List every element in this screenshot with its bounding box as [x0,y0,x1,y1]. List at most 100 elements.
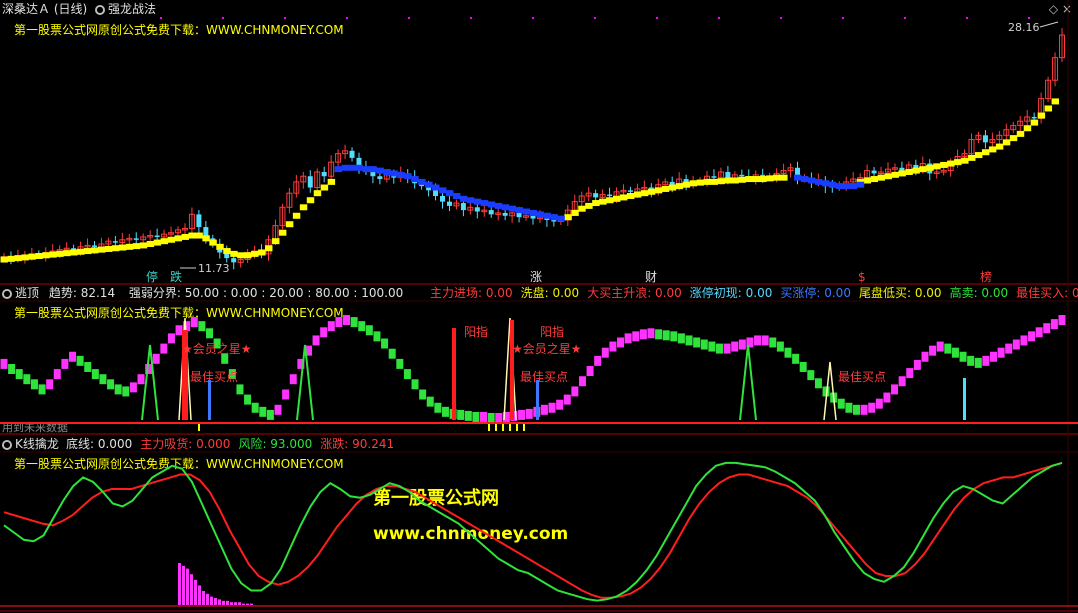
trend-block [152,353,160,364]
yellow-step [285,221,294,228]
blue-step [835,183,844,190]
trend-block [137,374,145,385]
yellow-step [710,178,718,185]
trend-block [23,374,31,385]
candle-body [488,210,494,215]
trend-block [929,345,937,356]
trend-block [578,376,586,387]
trend-block [107,379,115,390]
trend-block [343,315,351,326]
yellow-step [919,166,927,173]
blue-step [341,164,350,171]
trend-block [282,389,290,400]
histogram-bar [250,603,253,605]
candle-body [593,193,599,198]
trend-block [373,331,381,342]
yellow-step [174,235,182,242]
yellow-step [146,241,155,247]
trend-block [1005,343,1013,354]
blue-step [501,204,510,211]
trend-block [84,361,92,372]
yellow-step [292,212,301,219]
trend-block [1050,319,1058,330]
candle-body [502,212,508,216]
low-price-label: 11.73 [198,262,230,275]
histogram-bar [178,563,181,605]
candle-body [982,135,988,143]
blue-step [376,167,384,174]
blue-step [445,190,454,197]
trend-block [464,410,472,421]
candle-body [627,190,633,192]
trend-block [46,379,54,390]
high-arrow [1039,21,1059,28]
yellow-step [731,177,739,184]
blue-step [411,176,419,183]
trend-block [617,337,625,348]
candle-body [307,176,313,188]
trend-block [426,396,434,407]
trend-block [122,386,130,397]
annotation-best-buy: 最佳买点 [838,370,886,384]
trend-block [761,335,769,346]
yellow-step [299,204,308,211]
yellow-step [1016,130,1025,137]
signal-label-zhang: 涨 [530,269,542,284]
trend-block [388,348,396,359]
candle-body [377,176,383,180]
blue-step [536,211,544,218]
yellow-step [84,248,92,255]
yellow-step [0,256,8,263]
blue-step [508,205,517,212]
blue-step [828,181,837,188]
yellow-step [111,245,120,252]
trend-block [38,384,46,395]
yellow-step [592,200,600,207]
yellow-step [216,243,224,250]
candle-body [474,207,480,212]
trend-block [91,369,99,380]
trend-block [662,330,670,341]
blue-step [432,184,440,191]
yellow-step [49,251,57,258]
yellow-step [599,198,607,205]
blue-step [418,178,426,185]
trend-block [799,361,807,372]
yellow-step [313,190,322,197]
blue-step [466,197,475,204]
overlay-lines [0,98,1060,263]
high-price-label: 28.16 [1008,21,1040,34]
top-dot [656,17,658,19]
trend-block [655,329,663,340]
trend-block [548,402,556,413]
blue-step [794,174,802,181]
yellow-step [63,250,71,257]
yellow-step [77,248,85,255]
yellow-step [995,143,1004,150]
blue-step [425,181,433,188]
signal-label-bang: 榜 [980,269,992,284]
trend-block [320,327,328,338]
blue-step [383,169,391,175]
candle-body [871,170,877,174]
trend-block [624,333,632,344]
trend-block [814,378,822,389]
trend-block [251,402,259,413]
yellow-tick [502,424,504,431]
trend-block [244,394,252,405]
blue-step [452,193,461,199]
yellow-step [926,164,934,171]
blue-step [543,212,551,219]
histogram-bar [206,593,209,605]
histogram-bar [218,599,221,605]
trend-block [951,347,959,358]
yellow-step [160,238,169,245]
yellow-step [877,174,886,181]
yellow-step [167,236,176,243]
series-line-zhangdie [3,461,1063,599]
yellow-step [682,181,691,188]
yellow-step [738,176,746,183]
yellow-step [195,232,203,239]
trend-block [1043,323,1051,334]
candle-body [516,212,522,218]
